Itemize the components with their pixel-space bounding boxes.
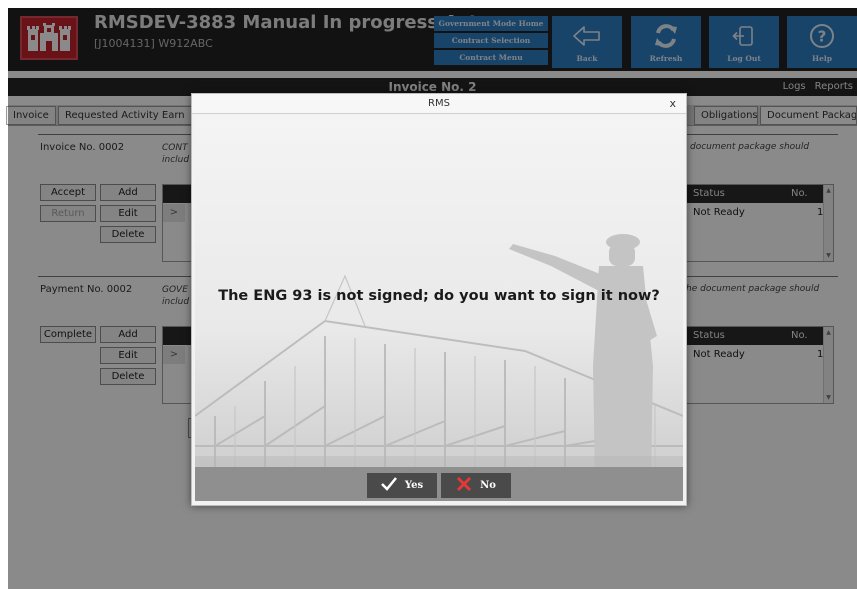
dialog-message: The ENG 93 is not signed; do you want to… bbox=[218, 288, 660, 304]
dialog-button-bar: Yes No bbox=[195, 467, 683, 501]
dialog-title: RMS bbox=[428, 98, 450, 109]
dialog-body: The ENG 93 is not signed; do you want to… bbox=[195, 116, 683, 501]
close-x-icon bbox=[456, 476, 472, 495]
window-edge bbox=[0, 0, 8, 589]
no-button[interactable]: No bbox=[441, 473, 511, 498]
yes-button[interactable]: Yes bbox=[367, 473, 437, 498]
sign-eng93-dialog: RMS x The ENG 93 is not signed; do you w… bbox=[191, 93, 687, 506]
construction-background-image bbox=[195, 116, 683, 501]
dialog-title-bar: RMS x bbox=[192, 94, 686, 114]
close-icon[interactable]: x bbox=[669, 97, 676, 110]
checkmark-icon bbox=[380, 477, 397, 494]
